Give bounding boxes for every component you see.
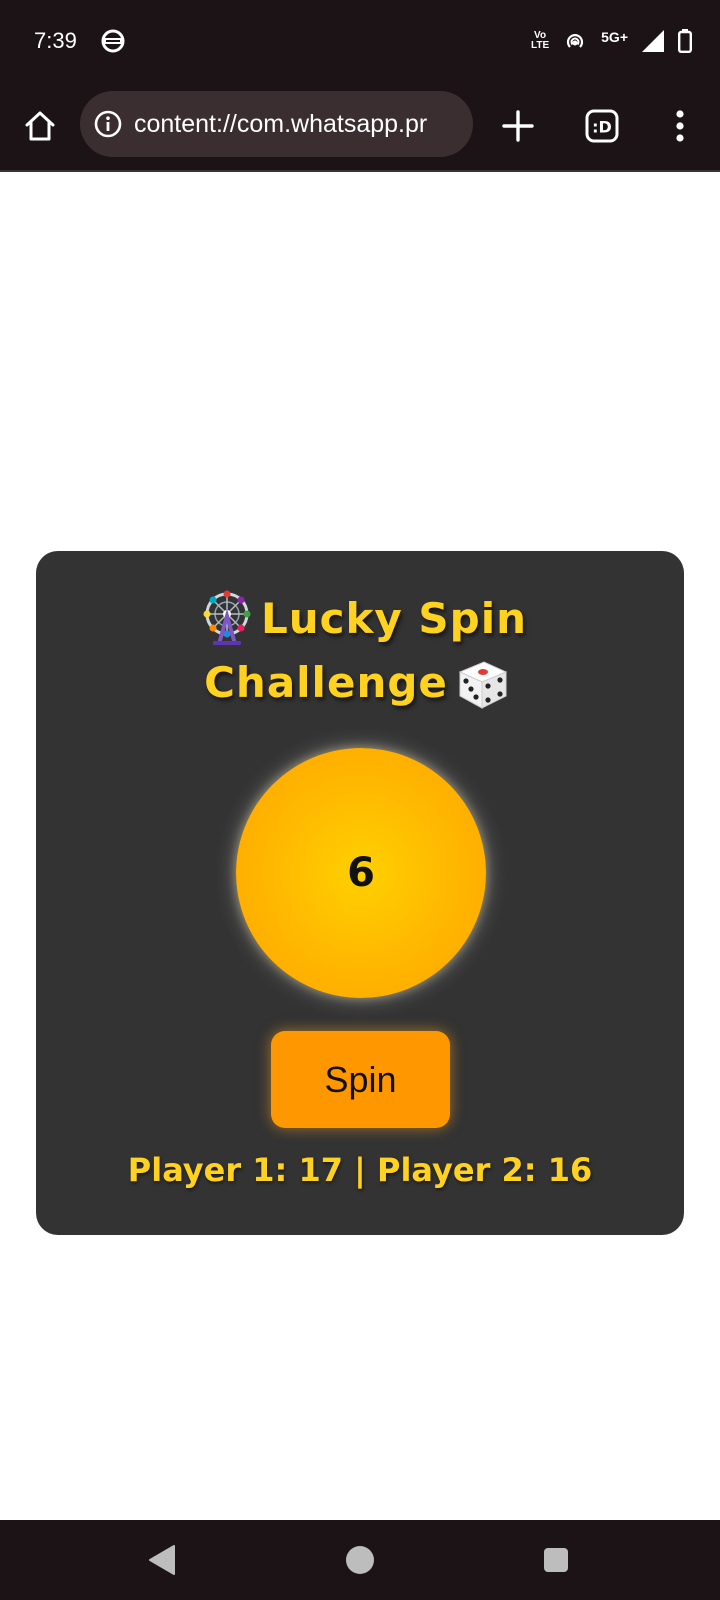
scoreboard: Player 1: 17 | Player 2: 16 [127,1151,593,1189]
plus-icon[interactable] [498,106,538,146]
hotspot-icon [567,34,584,48]
app-notification-icon [101,29,125,53]
status-bar: 7:39 Vo LTE 5G+ [0,0,720,84]
title-line-1: Lucky Spin [260,594,528,643]
ferris-wheel-emoji [203,590,251,645]
game-title: Lucky Spin Challenge [36,587,684,715]
tab-switcher-icon[interactable]: :D [582,106,622,146]
system-navigation-bar [0,1520,720,1600]
info-icon[interactable] [94,110,122,138]
url-text[interactable]: content://com.whatsapp.pr [134,110,427,139]
home-button[interactable] [20,106,60,146]
recents-icon[interactable] [544,1548,568,1572]
more-vert-icon[interactable] [664,106,696,146]
volte-indicator: Vo LTE [530,30,550,51]
home-icon [25,111,55,141]
signal-icon [642,30,664,52]
browser-toolbar: content://com.whatsapp.pr :D [0,84,720,172]
status-icons: Vo LTE 5G+ [531,26,692,56]
battery-icon [678,29,692,53]
die-emoji [458,660,508,709]
tab-count: :D [592,118,612,137]
spin-button[interactable]: Spin [271,1031,450,1128]
status-time: 7:39 [34,28,77,53]
spin-wheel: 6 [236,748,486,998]
wheel-value: 6 [347,850,375,896]
title-line-2: Challenge [204,658,448,707]
address-bar[interactable]: content://com.whatsapp.pr [80,91,473,157]
home-circle-icon[interactable] [346,1546,374,1574]
back-icon[interactable] [148,1544,178,1576]
network-type: 5G+ [601,29,628,45]
game-card: Lucky Spin Challenge 6 Spin Player 1: 17… [36,551,684,1235]
